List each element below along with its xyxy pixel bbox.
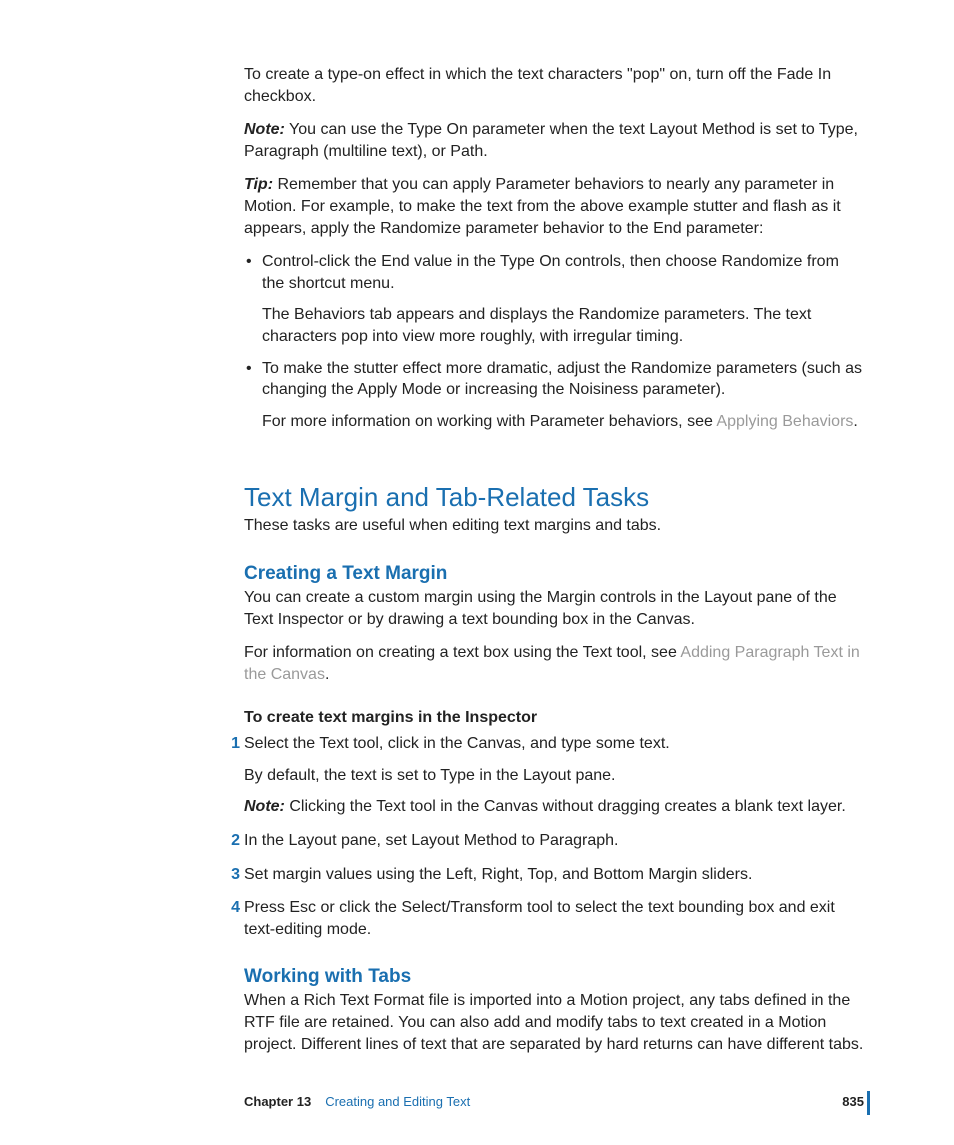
note-text: You can use the Type On parameter when t… [244, 121, 858, 160]
body-paragraph: For information on creating a text box u… [244, 642, 864, 685]
section-heading: Text Margin and Tab-Related Tasks [244, 482, 864, 513]
footer-chapter-title: Creating and Editing Text [325, 1094, 470, 1109]
body-paragraph: You can create a custom margin using the… [244, 587, 864, 630]
note-label: Note: [244, 798, 285, 815]
inline-text: . [325, 666, 329, 683]
step-text: Press Esc or click the Select/Transform … [244, 899, 835, 938]
subsection-heading: Creating a Text Margin [244, 563, 864, 585]
step-text: Select the Text tool, click in the Canva… [244, 735, 670, 752]
list-item-text: To make the stutter effect more dramatic… [262, 360, 862, 399]
inline-text: For information on creating a text box u… [244, 644, 680, 661]
footer-chapter: Chapter 13 [244, 1094, 311, 1109]
page-footer: Chapter 13 Creating and Editing Text 835 [244, 1094, 864, 1109]
body-paragraph: To create a type-on effect in which the … [244, 64, 864, 107]
step-item: 2 In the Layout pane, set Layout Method … [244, 830, 864, 852]
tip-paragraph: Tip: Remember that you can apply Paramet… [244, 174, 864, 239]
list-item-subtext: The Behaviors tab appears and displays t… [262, 304, 864, 347]
tip-label: Tip: [244, 176, 273, 193]
list-item: Control-click the End value in the Type … [244, 251, 864, 347]
body-paragraph: When a Rich Text Format file is imported… [244, 990, 864, 1055]
step-subtext: By default, the text is set to Type in t… [244, 765, 864, 787]
steps-heading: To create text margins in the Inspector [244, 709, 864, 727]
note-text: Clicking the Text tool in the Canvas wit… [285, 798, 846, 815]
content-column: To create a type-on effect in which the … [244, 64, 864, 1055]
note-label: Note: [244, 121, 285, 138]
footer-page-number: 835 [842, 1094, 864, 1109]
inline-text: . [853, 413, 857, 430]
body-paragraph: These tasks are useful when editing text… [244, 515, 864, 537]
step-number: 2 [222, 830, 240, 852]
step-item: 1 Select the Text tool, click in the Can… [244, 733, 864, 818]
subsection-heading: Working with Tabs [244, 966, 864, 988]
step-text: In the Layout pane, set Layout Method to… [244, 832, 618, 849]
footer-accent-bar [867, 1091, 870, 1115]
step-number: 4 [222, 897, 240, 919]
step-item: 3 Set margin values using the Left, Righ… [244, 864, 864, 886]
step-note: Note: Clicking the Text tool in the Canv… [244, 796, 864, 818]
inline-text: For more information on working with Par… [262, 413, 716, 430]
link-applying-behaviors[interactable]: Applying Behaviors [716, 413, 853, 430]
list-item-subtext: For more information on working with Par… [262, 411, 864, 433]
document-page: To create a type-on effect in which the … [0, 0, 954, 1145]
steps-list: 1 Select the Text tool, click in the Can… [244, 733, 864, 940]
list-item-text: Control-click the End value in the Type … [262, 253, 839, 292]
bullet-list: Control-click the End value in the Type … [244, 251, 864, 432]
note-paragraph: Note: You can use the Type On parameter … [244, 119, 864, 162]
step-number: 3 [222, 864, 240, 886]
step-number: 1 [222, 733, 240, 755]
list-item: To make the stutter effect more dramatic… [244, 358, 864, 433]
tip-text: Remember that you can apply Parameter be… [244, 176, 841, 236]
step-item: 4 Press Esc or click the Select/Transfor… [244, 897, 864, 940]
step-text: Set margin values using the Left, Right,… [244, 866, 752, 883]
